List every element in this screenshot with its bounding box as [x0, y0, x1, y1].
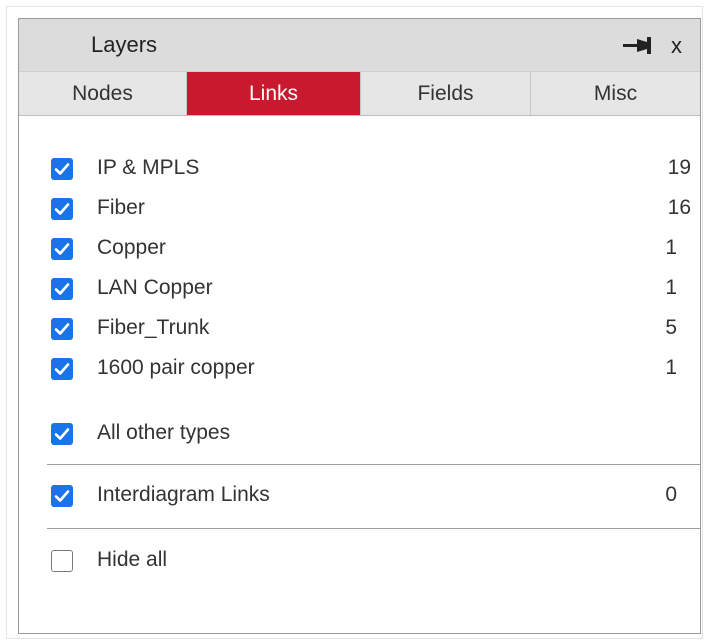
link-count: 1: [665, 356, 677, 379]
checkbox[interactable]: [51, 550, 73, 572]
checkmark-icon: [54, 283, 70, 295]
hide-all-row[interactable]: Hide all: [51, 547, 691, 577]
link-row-fiber-trunk[interactable]: Fiber_Trunk 5: [51, 315, 691, 345]
link-row-ip-mpls[interactable]: IP & MPLS 19: [51, 155, 691, 185]
checkmark-icon: [54, 243, 70, 255]
checkbox[interactable]: [51, 318, 73, 340]
tab-bar: Nodes Links Fields Misc: [19, 72, 700, 116]
checkbox[interactable]: [51, 238, 73, 260]
checkbox[interactable]: [51, 423, 73, 445]
link-row-lan-copper[interactable]: LAN Copper 1: [51, 275, 691, 305]
tab-misc[interactable]: Misc: [531, 72, 700, 115]
tab-links[interactable]: Links: [187, 72, 361, 115]
link-label: LAN Copper: [97, 276, 213, 299]
interdiagram-links-row[interactable]: Interdiagram Links 0: [51, 482, 691, 512]
link-count: 1: [665, 276, 677, 299]
checkmark-icon: [54, 363, 70, 375]
interdiagram-links-count: 0: [665, 483, 677, 506]
checkmark-icon: [54, 323, 70, 335]
layers-panel: Layers x Nodes Links Fields Misc IP & MP…: [18, 18, 701, 634]
checkbox[interactable]: [51, 198, 73, 220]
checkmark-icon: [54, 428, 70, 440]
link-label: 1600 pair copper: [97, 356, 255, 379]
link-count: 16: [667, 196, 691, 219]
tab-nodes[interactable]: Nodes: [19, 72, 187, 115]
panel-title: Layers: [91, 32, 158, 57]
link-row-copper[interactable]: Copper 1: [51, 235, 691, 265]
link-label: Fiber: [97, 196, 145, 219]
divider: [47, 464, 701, 465]
checkbox[interactable]: [51, 158, 73, 180]
link-count: 5: [665, 316, 677, 339]
checkbox[interactable]: [51, 485, 73, 507]
checkbox[interactable]: [51, 278, 73, 300]
pin-icon[interactable]: [623, 35, 657, 55]
tab-fields[interactable]: Fields: [361, 72, 531, 115]
link-count: 19: [667, 156, 691, 179]
divider: [47, 528, 701, 529]
link-row-1600-pair-copper[interactable]: 1600 pair copper 1: [51, 355, 691, 385]
all-other-types-row[interactable]: All other types: [51, 420, 691, 450]
link-label: IP & MPLS: [97, 156, 200, 179]
all-other-types-label: All other types: [97, 421, 231, 444]
close-icon[interactable]: x: [671, 33, 682, 59]
panel-titlebar: Layers x: [19, 19, 700, 72]
checkmark-icon: [54, 163, 70, 175]
checkmark-icon: [54, 203, 70, 215]
link-count: 1: [665, 236, 677, 259]
link-row-fiber[interactable]: Fiber 16: [51, 195, 691, 225]
link-label: Copper: [97, 236, 166, 259]
interdiagram-links-label: Interdiagram Links: [97, 483, 270, 506]
hide-all-label: Hide all: [97, 548, 168, 571]
link-label: Fiber_Trunk: [97, 316, 210, 339]
checkmark-icon: [54, 490, 70, 502]
checkbox[interactable]: [51, 358, 73, 380]
